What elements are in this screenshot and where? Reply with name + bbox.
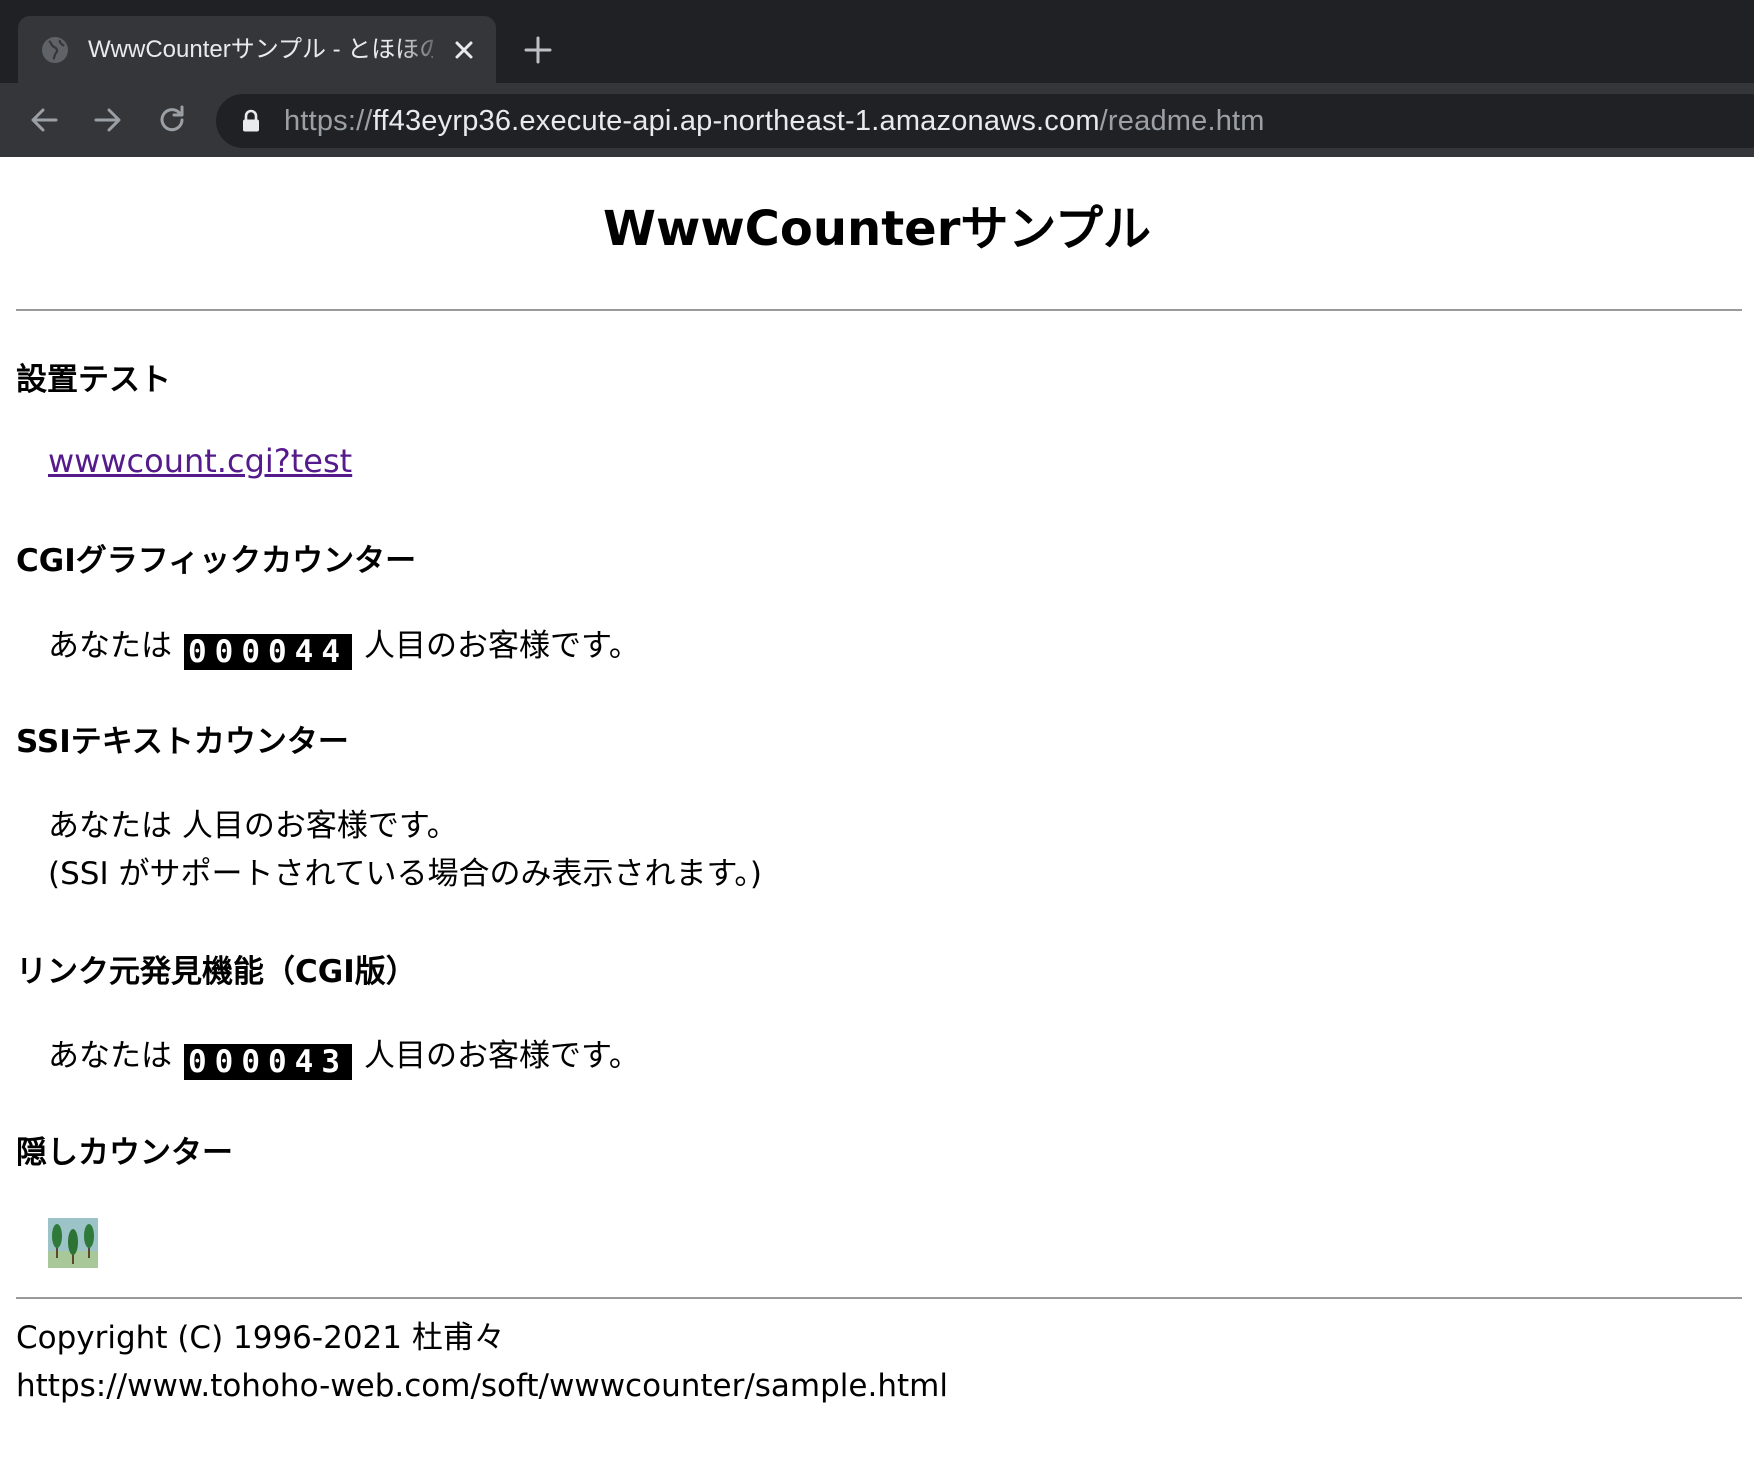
section-heading-ssi-text: SSIテキストカウンター	[16, 724, 349, 760]
footer-copyright: Copyright (C) 1996-2021 杜甫々	[16, 1320, 505, 1356]
install-test-row: wwwcount.cgi?test	[48, 437, 352, 486]
close-icon[interactable]	[449, 35, 479, 65]
counter-image: 000043	[184, 1044, 352, 1080]
counter-image: 000044	[184, 634, 352, 670]
url-scheme: https://	[284, 105, 373, 137]
counter-suffix: 人目のお客様です。	[363, 1038, 640, 1074]
plus-icon[interactable]	[521, 33, 555, 67]
footer-url: https://www.tohoho-web.com/soft/wwwcount…	[16, 1368, 948, 1404]
arrow-left-icon[interactable]	[26, 102, 62, 138]
globe-icon	[42, 37, 68, 63]
page-title: WwwCounterサンプル	[603, 201, 1151, 257]
counter-prefix: あなたは	[48, 1038, 172, 1074]
test-link[interactable]: wwwcount.cgi?test	[48, 442, 352, 480]
tab-strip: WwwCounterサンプル - とほほのWWW入門	[0, 0, 1754, 83]
browser-toolbar: https://ff43eyrp36.execute-api.ap-northe…	[0, 83, 1754, 157]
page-content: WwwCounterサンプル 設置テスト wwwcount.cgi?test C…	[0, 157, 1754, 1470]
trees-image	[48, 1218, 98, 1268]
browser-tab[interactable]: WwwCounterサンプル - とほほのWWW入門	[18, 16, 496, 83]
arrow-right-icon[interactable]	[90, 102, 126, 138]
reload-icon[interactable]	[154, 102, 190, 138]
divider	[16, 1297, 1742, 1299]
counter-prefix: あなたは	[48, 628, 172, 664]
referer-counter-row: あなたは 000043 人目のお客様です。	[48, 1032, 640, 1080]
url-path: /readme.htm	[1099, 105, 1265, 137]
section-heading-cgi-graphic: CGIグラフィックカウンター	[16, 543, 417, 579]
url-text[interactable]: https://ff43eyrp36.execute-api.ap-northe…	[284, 94, 1265, 148]
counter-suffix: 人目のお客様です。	[363, 628, 640, 664]
section-heading-referer: リンク元発見機能（CGI版）	[16, 954, 417, 990]
section-heading-hidden: 隠しカウンター	[16, 1135, 233, 1171]
ssi-line-1: あなたは 人目のお客様です。	[48, 808, 458, 844]
divider	[16, 309, 1742, 311]
lock-icon[interactable]	[240, 109, 262, 133]
cgi-counter-row: あなたは 000044 人目のお客様です。	[48, 622, 640, 670]
section-heading-install-test: 設置テスト	[16, 362, 171, 398]
address-bar[interactable]: https://ff43eyrp36.execute-api.ap-northe…	[216, 94, 1754, 148]
ssi-line-2: (SSI がサポートされている場合のみ表示されます。)	[48, 856, 763, 892]
tab-title: WwwCounterサンプル - とほほのWWW入門	[88, 36, 433, 63]
url-host: ff43eyrp36.execute-api.ap-northeast-1.am…	[372, 105, 1100, 137]
